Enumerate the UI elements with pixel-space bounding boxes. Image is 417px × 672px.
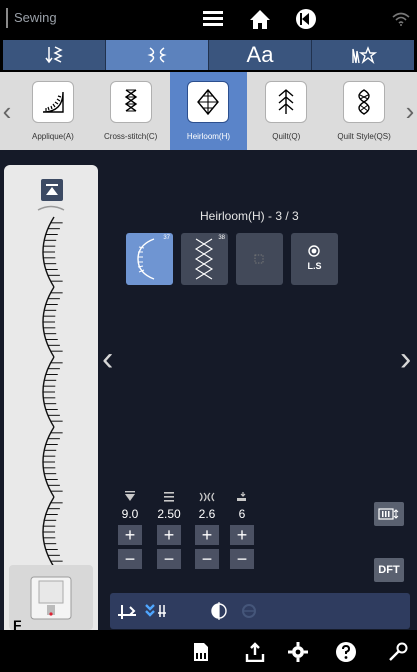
settings-icon [288, 642, 308, 662]
stitch-number: 38 [218, 235, 225, 241]
stitch-width-icon [122, 490, 138, 503]
return-to-start-icon [46, 184, 58, 195]
group-label: Quilt Style(QS) [337, 132, 391, 141]
mirror-button[interactable] [204, 597, 234, 625]
twin-needle-icon [145, 604, 166, 617]
group-label: Cross-stitch(C) [104, 132, 158, 141]
tab-custom-stitches[interactable] [312, 40, 414, 70]
help-button[interactable] [334, 640, 358, 664]
presser-foot-pressure-icon [234, 490, 250, 503]
stitch-cell-ls[interactable]: L.S [291, 233, 338, 285]
cross-stitch-icon [109, 81, 152, 123]
tension-value: 2.6 [198, 507, 216, 521]
needle-stop-button[interactable] [112, 597, 142, 625]
tension-icon [199, 490, 215, 503]
stitch-memory-button[interactable] [374, 502, 404, 526]
applique-icon [31, 81, 74, 123]
group-quilt-style[interactable]: Quilt Style(QS) [325, 72, 403, 150]
upload-button[interactable] [243, 640, 267, 664]
stitch-width-plus-button[interactable]: + [118, 525, 142, 545]
stitch-length-icon [161, 490, 177, 503]
stitch-number: 37 [163, 235, 170, 241]
stitch-length-value: 2.50 [157, 507, 181, 521]
page-next-arrow[interactable]: › [400, 340, 411, 379]
heirloom-icon [187, 81, 230, 123]
main-area: F Heirloom(H) - 3 / 3 37 38 L.S ‹ › 9.0 … [0, 150, 417, 633]
decorative-stitch-icon [147, 47, 167, 63]
tab-utility-stitches[interactable] [3, 40, 106, 70]
stitch-cell-38[interactable]: 38 [181, 233, 228, 285]
presser-foot-pressure-value: 6 [238, 507, 246, 521]
locking-stitch-label: L.S [307, 261, 322, 271]
stitch-width-minus-button[interactable]: − [118, 549, 142, 569]
presser-foot-pressure-plus-button[interactable]: + [230, 525, 254, 545]
page-prev-arrow[interactable]: ‹ [102, 340, 113, 379]
tab-letters-label: Aa [246, 42, 274, 67]
custom-stitch-icon [352, 46, 377, 65]
group-prev-arrow[interactable]: ‹ [0, 72, 14, 150]
stitch-length-minus-button[interactable]: − [157, 549, 181, 569]
tab-letters[interactable]: Aa [209, 40, 312, 70]
quilt-style-icon [343, 81, 386, 123]
empty-stitch-icon [254, 254, 264, 264]
status-bar: Sewing [0, 0, 417, 38]
group-next-arrow[interactable]: › [403, 72, 417, 150]
memory-bar-icon [378, 508, 399, 520]
tension-minus-button[interactable]: − [195, 549, 219, 569]
stitch-group-bar: ‹ Applique(A) Cross-stitch(C) Heirloom(H… [0, 72, 417, 150]
scallop-outline [42, 496, 55, 565]
stitch-cell-empty[interactable] [236, 233, 283, 285]
stitch-length-plus-button[interactable]: + [157, 525, 181, 545]
mirror-icon [211, 602, 227, 620]
tension-plus-button[interactable]: + [195, 525, 219, 545]
stitch-width-value: 9.0 [121, 507, 139, 521]
rotate-icon [242, 604, 256, 618]
group-applique[interactable]: Applique(A) [14, 72, 92, 150]
needle-stop-icon [118, 605, 136, 619]
bottom-nav-bar [0, 630, 417, 672]
tool-icon [389, 642, 408, 661]
rotate-button[interactable] [234, 597, 264, 625]
group-label: Quilt(Q) [272, 132, 301, 141]
stitch-grid-title: Heirloom(H) - 3 / 3 [200, 209, 299, 223]
home-icon[interactable] [248, 8, 272, 30]
presser-foot-pressure-minus-button[interactable]: − [230, 549, 254, 569]
twin-needle-button[interactable] [142, 597, 172, 625]
memory-icon [194, 643, 208, 661]
group-label: Heirloom(H) [186, 132, 231, 141]
memory-button[interactable] [189, 640, 213, 664]
group-cross-stitch[interactable]: Cross-stitch(C) [92, 72, 170, 150]
stitch-width-control: 9.0 + − [117, 490, 143, 569]
app-title: Sewing [6, 8, 57, 28]
stitch-preview-panel: F [4, 165, 98, 633]
stitch-length-control: 2.50 + − [156, 490, 182, 569]
back-icon[interactable] [295, 8, 319, 30]
wifi-icon [392, 12, 410, 26]
presser-foot-pressure-control: 6 + − [229, 490, 255, 569]
tool-button[interactable] [386, 640, 410, 664]
quilt-icon [265, 81, 308, 123]
tab-decorative-stitches[interactable] [106, 40, 209, 70]
stitch-toolbar [110, 593, 410, 629]
settings-button[interactable] [286, 640, 310, 664]
locking-stitch-icon [308, 245, 320, 257]
stitch-preview-pattern [37, 205, 65, 565]
category-tabs: Aa [3, 40, 414, 70]
tension-control: 2.6 + − [194, 490, 220, 569]
default-button[interactable]: DFT [374, 558, 404, 582]
upload-icon [245, 642, 265, 662]
return-to-start-button[interactable] [41, 179, 63, 201]
utility-stitch-icon [45, 46, 63, 64]
stitch-cell-37[interactable]: 37 [126, 233, 173, 285]
group-label: Applique(A) [31, 132, 74, 141]
group-quilt[interactable]: Quilt(Q) [247, 72, 325, 150]
group-heirloom[interactable]: Heirloom(H) [169, 72, 248, 150]
help-icon [336, 642, 356, 662]
menu-icon[interactable] [201, 8, 225, 30]
